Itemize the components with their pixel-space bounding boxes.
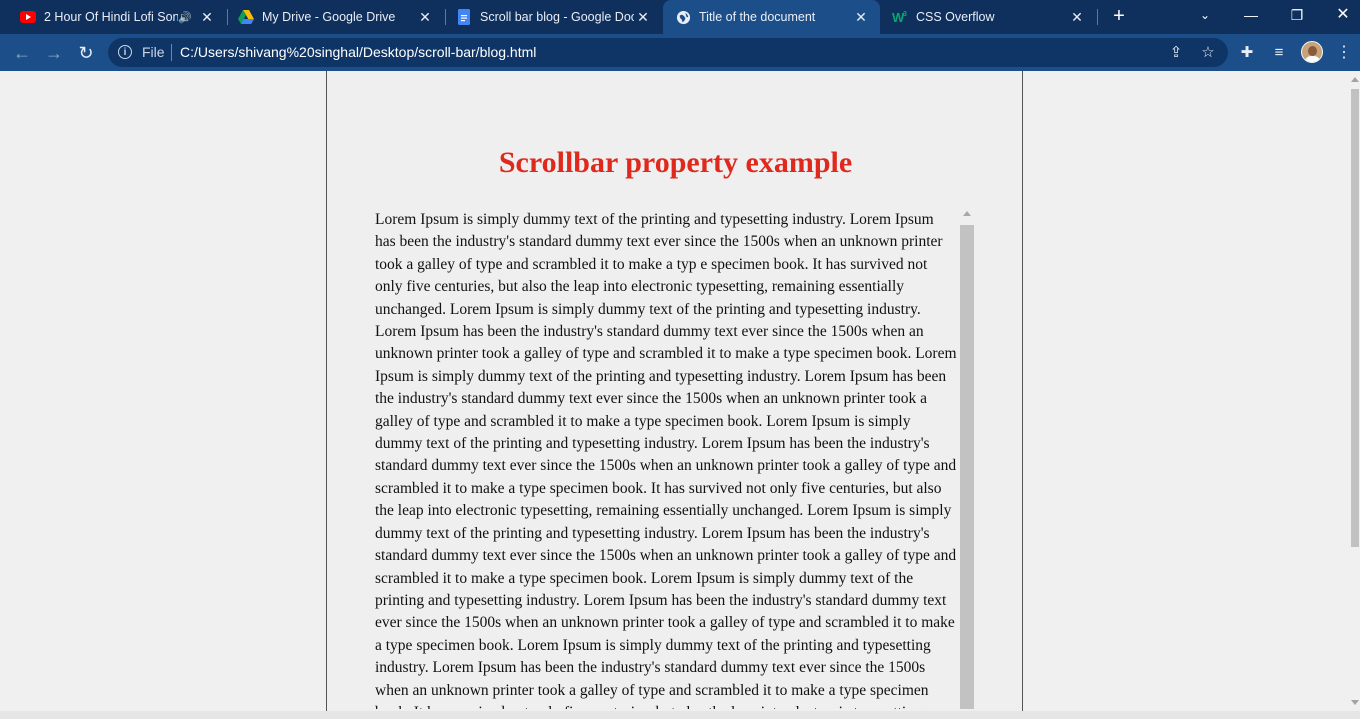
speaker-icon[interactable]: 🔊 <box>178 11 192 24</box>
close-tab-icon[interactable]: ✕ <box>1068 9 1086 26</box>
tab-divider <box>1097 9 1098 25</box>
close-tab-icon[interactable]: ✕ <box>416 9 434 26</box>
reload-icon[interactable]: ↻ <box>75 42 97 64</box>
browser-toolbar: ← → ↻ i File C:/Users/shivang%20singhal/… <box>0 34 1360 71</box>
page-viewport: Scrollbar property example Lorem Ipsum i… <box>0 71 1350 711</box>
tab-title: CSS Overflow <box>916 10 995 24</box>
tab-title: My Drive - Google Drive <box>262 10 396 24</box>
address-divider <box>171 44 172 61</box>
svg-text:3: 3 <box>903 11 907 18</box>
tab-css-overflow[interactable]: W3 CSS Overflow ✕ <box>880 0 1096 34</box>
scheme-label: File <box>142 44 165 60</box>
media-playlist-icon[interactable]: ≡ <box>1268 42 1290 64</box>
tab-strip: 2 Hour Of Hindi Lofi Songs 🔊 ✕ My Drive … <box>0 0 1360 34</box>
page-heading: Scrollbar property example <box>498 146 853 179</box>
profile-avatar[interactable] <box>1301 41 1323 63</box>
back-arrow-icon[interactable]: ← <box>11 42 33 64</box>
bookmark-star-icon[interactable]: ☆ <box>1198 43 1218 63</box>
google-docs-icon <box>456 9 472 25</box>
scroll-down-arrow-icon[interactable] <box>1351 700 1359 705</box>
youtube-icon <box>20 9 36 25</box>
new-tab-button[interactable]: + <box>1108 5 1130 27</box>
inner-scrollbar[interactable] <box>960 211 974 709</box>
window-scrollbar[interactable] <box>1350 71 1360 711</box>
google-drive-icon <box>238 9 254 25</box>
share-icon[interactable]: ⇪ <box>1166 43 1186 63</box>
more-menu-icon[interactable]: ⋮ <box>1333 42 1355 64</box>
avatar-body <box>1305 56 1320 62</box>
scrollable-text-box[interactable]: Lorem Ipsum is simply dummy text of the … <box>375 209 975 709</box>
tab-google-drive[interactable]: My Drive - Google Drive ✕ <box>218 0 444 34</box>
tab-search-chevron-down-icon[interactable]: ⌄ <box>1190 4 1220 26</box>
minimize-icon[interactable]: — <box>1236 4 1266 26</box>
tab-title: 2 Hour Of Hindi Lofi Songs <box>44 10 179 24</box>
tab-lofi-songs[interactable]: 2 Hour Of Hindi Lofi Songs 🔊 ✕ <box>0 0 226 34</box>
restore-icon[interactable]: ❐ <box>1282 4 1312 26</box>
globe-icon <box>675 9 691 25</box>
avatar-face <box>1308 46 1317 56</box>
extensions-puzzle-icon[interactable]: ✚ <box>1236 42 1258 64</box>
tab-title: Title of the document <box>699 10 816 24</box>
info-icon[interactable]: i <box>118 45 132 59</box>
window-scrollbar-thumb[interactable] <box>1351 89 1359 547</box>
horizontal-scrollbar[interactable] <box>0 711 1360 719</box>
scroll-up-arrow-icon[interactable] <box>963 211 971 216</box>
tab-title-of-the-document[interactable]: Title of the document ✕ <box>663 0 880 34</box>
close-window-icon[interactable]: ✕ <box>1328 4 1358 26</box>
close-tab-icon[interactable]: ✕ <box>852 9 870 26</box>
document-container: Scrollbar property example Lorem Ipsum i… <box>326 71 1023 711</box>
forward-arrow-icon[interactable]: → <box>43 42 65 64</box>
inner-scrollbar-thumb[interactable] <box>960 225 974 709</box>
body-paragraph: Lorem Ipsum is simply dummy text of the … <box>375 211 957 709</box>
tab-title: Scroll bar blog - Google Docs <box>480 10 634 24</box>
tab-google-docs[interactable]: Scroll bar blog - Google Docs ✕ <box>436 0 662 34</box>
address-bar[interactable]: i File C:/Users/shivang%20singhal/Deskto… <box>108 38 1228 67</box>
close-tab-icon[interactable]: ✕ <box>634 9 652 26</box>
url-text[interactable]: C:/Users/shivang%20singhal/Desktop/scrol… <box>180 44 536 60</box>
close-tab-icon[interactable]: ✕ <box>198 9 216 26</box>
scroll-up-arrow-icon[interactable] <box>1351 77 1359 82</box>
w3schools-icon: W3 <box>892 9 908 25</box>
